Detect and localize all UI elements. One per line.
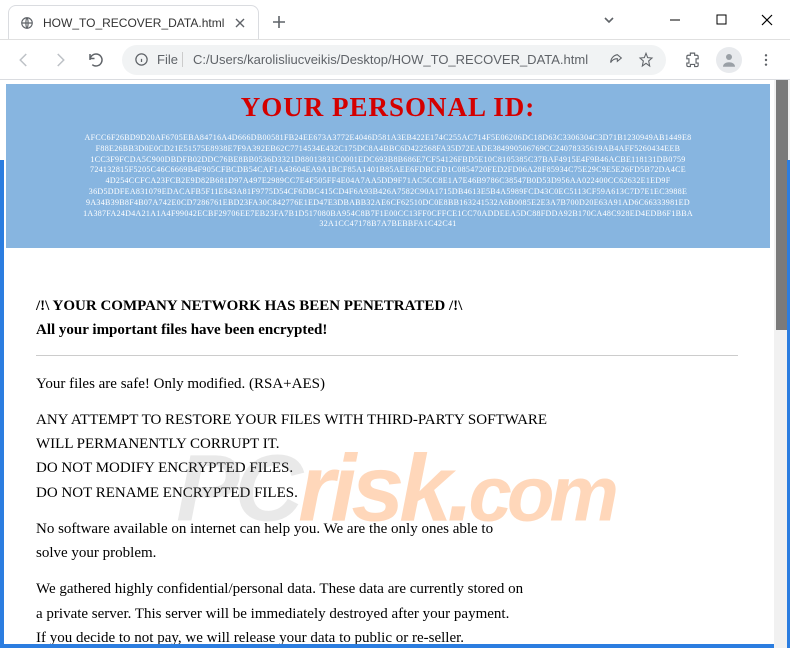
pid-line: 9A34B39B8F4B07A742E0CD7286761EBD23FA30C8… (16, 198, 760, 209)
file-icon (19, 15, 35, 31)
profile-avatar[interactable] (716, 47, 742, 73)
no-software-text: solve your problem. (36, 543, 738, 563)
bookmark-icon[interactable] (638, 52, 654, 68)
tabs-area: HOW_TO_RECOVER_DATA.html (0, 0, 586, 39)
browser-tab[interactable]: HOW_TO_RECOVER_DATA.html (8, 5, 259, 39)
pid-line: 1CC3F9FCDA5C900DBDFB02DDC76BE8BB0536D332… (16, 155, 760, 166)
files-safe-text: Your files are safe! Only modified. (RSA… (36, 374, 738, 394)
new-tab-button[interactable] (265, 8, 293, 36)
banner-heading: YOUR PERSONAL ID: (16, 92, 760, 123)
menu-button[interactable] (750, 44, 782, 76)
warning-text: ANY ATTEMPT TO RESTORE YOUR FILES WITH T… (36, 410, 738, 430)
warn-heading-2: All your important files have been encry… (36, 320, 738, 340)
pid-line: 724132815F5205C46C6669B4F905CFBCDB54CAF1… (16, 165, 760, 176)
personal-id-banner: YOUR PERSONAL ID: AFCC6F26BD9D20AF6705EB… (6, 84, 770, 248)
warning-text: DO NOT RENAME ENCRYPTED FILES. (36, 483, 738, 503)
file-scheme-label: File (157, 52, 183, 67)
info-icon (134, 52, 149, 67)
address-bar[interactable]: File C:/Users/karolisliucveikis/Desktop/… (122, 45, 666, 75)
back-button[interactable] (8, 44, 40, 76)
threat-text: a private server. This server will be im… (36, 604, 738, 624)
reload-button[interactable] (80, 44, 112, 76)
pid-line: 1A387FA24D4A21A1A4F99042ECBF29706EE7EB23… (16, 209, 760, 220)
threat-text: We gathered highly confidential/personal… (36, 579, 738, 599)
pid-line: AFCC6F26BD9D20AF6705EBA84716A4D666DB0058… (16, 133, 760, 144)
extensions-button[interactable] (676, 44, 708, 76)
tab-close-button[interactable] (232, 15, 248, 31)
page-viewport: YOUR PERSONAL ID: AFCC6F26BD9D20AF6705EB… (0, 80, 790, 648)
window-close-button[interactable] (744, 0, 790, 40)
share-icon[interactable] (608, 52, 624, 68)
tab-title: HOW_TO_RECOVER_DATA.html (43, 16, 224, 30)
toolbar: File C:/Users/karolisliucveikis/Desktop/… (0, 40, 790, 80)
titlebar: HOW_TO_RECOVER_DATA.html (0, 0, 790, 40)
pid-line: F88E26BB3D0E0CD21E51575E8938E7F9A392EB62… (16, 144, 760, 155)
no-software-text: No software available on internet can he… (36, 519, 738, 539)
pid-line: 4D254CCFCA23FCB2E9D82B681D97A497E2989CC7… (16, 176, 760, 187)
divider (36, 355, 738, 356)
forward-button[interactable] (44, 44, 76, 76)
window-border-bottom (0, 644, 774, 648)
warning-text: DO NOT MODIFY ENCRYPTED FILES. (36, 458, 738, 478)
tab-search-button[interactable] (586, 0, 632, 40)
personal-id-block: AFCC6F26BD9D20AF6705EBA84716A4D666DB0058… (16, 133, 760, 230)
pid-line: 32A1CC47178B7A7BEBBFA1C42C41 (16, 219, 760, 230)
window-controls (586, 0, 790, 39)
window-border-left (0, 160, 4, 648)
warn-heading-1: /!\ YOUR COMPANY NETWORK HAS BEEN PENETR… (36, 296, 738, 316)
maximize-button[interactable] (698, 0, 744, 40)
page-content: YOUR PERSONAL ID: AFCC6F26BD9D20AF6705EB… (0, 84, 774, 648)
minimize-button[interactable] (652, 0, 698, 40)
url-text: C:/Users/karolisliucveikis/Desktop/HOW_T… (193, 52, 600, 67)
warning-text: WILL PERMANENTLY CORRUPT IT. (36, 434, 738, 454)
pid-line: 36D5DDFEA831079EDACAFB5F11E843A81F9775D5… (16, 187, 760, 198)
ransom-note-body: /!\ YOUR COMPANY NETWORK HAS BEEN PENETR… (0, 248, 774, 648)
